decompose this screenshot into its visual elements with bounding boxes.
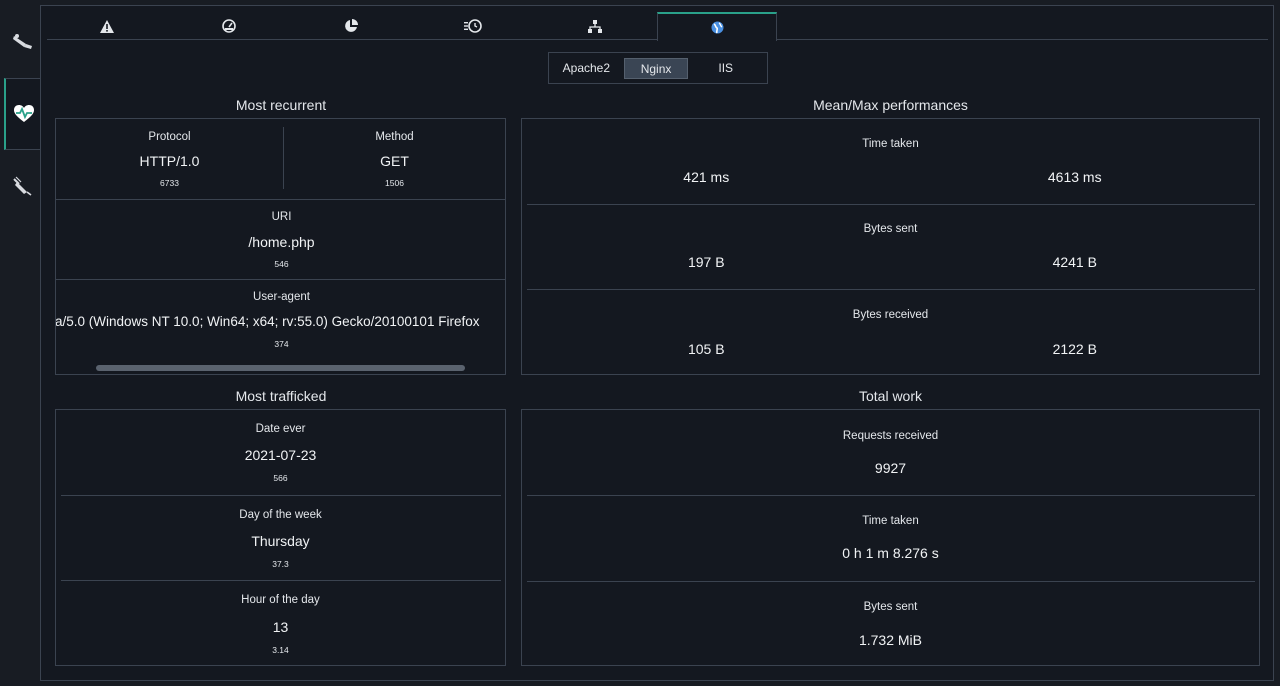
- heart-pulse-icon: [13, 104, 35, 124]
- sidebar-item-health[interactable]: [4, 78, 41, 150]
- most-recurrent-title: Most recurrent: [235, 97, 327, 113]
- divider: [527, 581, 1255, 582]
- most-trafficked-card: Date ever 2021-07-23 566 Day of the week…: [55, 409, 506, 666]
- date-ever-count: 566: [273, 473, 288, 483]
- bytes-sent-max: 4241 B: [1052, 254, 1097, 270]
- sidebar-item-inject[interactable]: [4, 150, 41, 222]
- bytes-sent-mean: 197 B: [687, 254, 725, 270]
- total-work-title: Total work: [858, 388, 923, 404]
- method-value: GET: [380, 153, 409, 169]
- protocol-count: 6733: [160, 178, 179, 188]
- mean-max-card: Time taken 421 ms 4613 ms Bytes sent 197…: [521, 118, 1260, 375]
- uri-cell: URI /home.php 546: [56, 200, 505, 279]
- hour-of-day-count: 3.14: [272, 645, 289, 655]
- hour-of-day-value: 13: [272, 619, 289, 635]
- uri-count: 546: [274, 259, 289, 269]
- time-taken-label: Time taken: [862, 138, 919, 150]
- protocol-cell: Protocol HTTP/1.0 6733: [56, 119, 283, 199]
- divider: [527, 289, 1255, 290]
- total-bytes-sent-label: Bytes sent: [863, 601, 918, 613]
- user-agent-value: a/5.0 (Windows NT 10.0; Win64; x64; rv:5…: [56, 314, 480, 329]
- total-work-card: Requests received 9927 Time taken 0 h 1 …: [521, 409, 1260, 666]
- day-of-week-label: Day of the week: [239, 509, 322, 521]
- tab-web-servers[interactable]: [657, 12, 777, 41]
- sidebar: [0, 0, 41, 686]
- divider: [527, 495, 1255, 496]
- most-trafficked-title: Most trafficked: [235, 388, 327, 404]
- broom-icon: [12, 32, 34, 50]
- day-of-week-count: 37.3: [272, 559, 289, 569]
- protocol-label: Protocol: [148, 131, 191, 143]
- sitemap-icon: [588, 19, 602, 33]
- tab-hierarchy[interactable]: [535, 12, 655, 40]
- warning-icon: [100, 19, 114, 33]
- time-taken-mean: 421 ms: [683, 169, 730, 185]
- bytes-received-max: 2122 B: [1052, 341, 1097, 357]
- user-agent-label: User-agent: [253, 291, 310, 303]
- protocol-value: HTTP/1.0: [139, 153, 200, 169]
- tab-warnings[interactable]: [47, 12, 167, 40]
- hour-of-day-label: Hour of the day: [241, 594, 320, 606]
- requests-received-value: 9927: [874, 460, 907, 476]
- method-label: Method: [375, 131, 414, 143]
- time-taken-max: 4613 ms: [1047, 169, 1102, 185]
- uri-label: URI: [271, 211, 292, 223]
- most-recurrent-card: Protocol HTTP/1.0 6733 Method GET 1506 U…: [55, 118, 506, 375]
- bytes-received-label: Bytes received: [852, 309, 929, 321]
- server-selector: Apache2 Nginx IIS: [548, 52, 768, 84]
- server-option-nginx[interactable]: Nginx: [623, 57, 689, 79]
- uri-value: /home.php: [248, 234, 315, 250]
- total-time-taken-label: Time taken: [862, 515, 919, 527]
- sidebar-item-cleaner[interactable]: [4, 5, 41, 77]
- globe-icon: [711, 21, 724, 34]
- tab-history[interactable]: [413, 12, 533, 40]
- day-of-week-value: Thursday: [251, 533, 310, 549]
- user-agent-count: 374: [274, 339, 289, 349]
- total-time-taken-value: 0 h 1 m 8.276 s: [842, 545, 939, 561]
- horizontal-scrollbar[interactable]: [96, 365, 465, 371]
- syringe-icon: [12, 176, 33, 196]
- pie-chart-icon: [344, 19, 358, 33]
- method-cell: Method GET 1506: [284, 119, 505, 199]
- bytes-received-mean: 105 B: [687, 341, 725, 357]
- server-option-iis[interactable]: IIS: [688, 58, 763, 79]
- method-count: 1506: [385, 178, 404, 188]
- mean-max-title: Mean/Max performances: [813, 97, 968, 113]
- requests-received-label: Requests received: [842, 430, 939, 442]
- tab-speed[interactable]: [169, 12, 289, 40]
- server-option-apache2[interactable]: Apache2: [553, 58, 620, 79]
- history-icon: [464, 19, 482, 33]
- date-ever-label: Date ever: [255, 423, 306, 435]
- top-tab-bar: [47, 12, 1268, 41]
- divider: [61, 495, 501, 496]
- gauge-icon: [222, 19, 236, 33]
- tab-charts[interactable]: [291, 12, 411, 40]
- date-ever-value: 2021-07-23: [244, 447, 317, 463]
- divider: [527, 204, 1255, 205]
- total-bytes-sent-value: 1.732 MiB: [858, 632, 923, 648]
- user-agent-cell: User-agent a/5.0 (Windows NT 10.0; Win64…: [56, 280, 505, 360]
- bytes-sent-label: Bytes sent: [863, 223, 918, 235]
- divider: [61, 580, 501, 581]
